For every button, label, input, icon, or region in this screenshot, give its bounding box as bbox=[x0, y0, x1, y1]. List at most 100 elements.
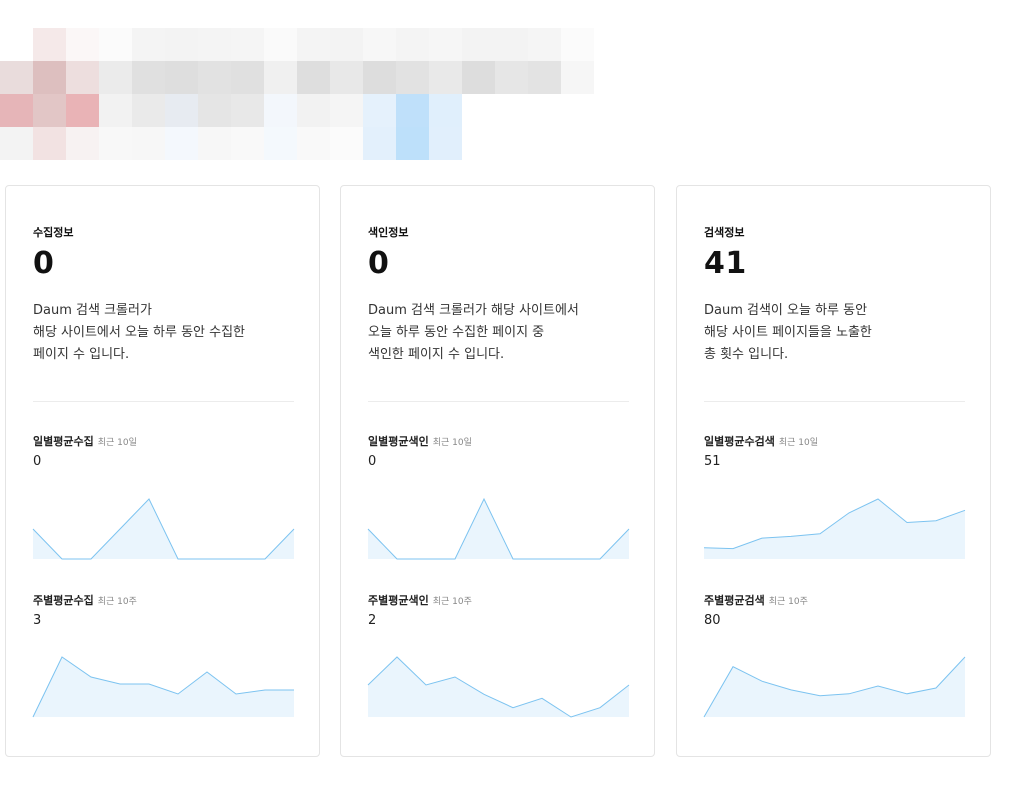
banner-pixel bbox=[198, 127, 231, 160]
banner-pixel bbox=[396, 127, 429, 160]
banner-pixel bbox=[297, 61, 330, 94]
sparkline-area bbox=[33, 657, 294, 717]
banner-pixel bbox=[330, 94, 363, 127]
banner-pixel bbox=[363, 94, 396, 127]
card-value: 0 bbox=[33, 246, 55, 281]
banner-pixel bbox=[264, 61, 297, 94]
banner-pixel bbox=[495, 61, 528, 94]
sparkline-area bbox=[368, 657, 629, 717]
daily-metric-label: 일별평균색인 최근 10일 bbox=[368, 435, 472, 448]
weekly-metric-label: 주별평균수집 최근 10주 bbox=[33, 594, 137, 607]
banner-pixel bbox=[264, 127, 297, 160]
card-value: 41 bbox=[704, 246, 747, 281]
banner-pixel bbox=[297, 127, 330, 160]
weekly-metric-value: 3 bbox=[33, 613, 42, 628]
banner-pixel bbox=[99, 28, 132, 61]
banner-pixel bbox=[231, 94, 264, 127]
banner-pixel bbox=[297, 28, 330, 61]
banner-pixel bbox=[528, 61, 561, 94]
card-description: Daum 검색 크롤러가 해당 사이트에서 오늘 하루 동안 수집한 페이지 수… bbox=[33, 303, 246, 362]
banner-pixel bbox=[429, 94, 462, 127]
weekly-metric-value: 2 bbox=[368, 613, 377, 628]
banner-pixel bbox=[363, 28, 396, 61]
banner-pixel bbox=[330, 28, 363, 61]
banner-pixel bbox=[198, 61, 231, 94]
banner-pixel bbox=[66, 61, 99, 94]
banner-pixel bbox=[33, 61, 66, 94]
daily-sparkline bbox=[32, 498, 295, 560]
banner-pixel bbox=[561, 61, 594, 94]
banner-pixel bbox=[429, 127, 462, 160]
card-title: 색인정보 bbox=[368, 226, 409, 239]
banner-pixel bbox=[198, 28, 231, 61]
banner-pixel bbox=[297, 94, 330, 127]
sparkline-area bbox=[704, 499, 965, 559]
banner-pixel bbox=[528, 28, 561, 61]
banner-pixel bbox=[429, 28, 462, 61]
daily-sparkline bbox=[367, 497, 630, 560]
banner-pixel bbox=[495, 127, 528, 160]
banner-pixel bbox=[363, 61, 396, 94]
banner-pixel bbox=[462, 127, 495, 160]
banner-pixel bbox=[33, 127, 66, 160]
banner-pixel bbox=[165, 28, 198, 61]
weekly-metric-label: 주별평균검색 최근 10주 bbox=[704, 594, 808, 607]
banner-pixel bbox=[66, 127, 99, 160]
banner-pixel bbox=[462, 94, 495, 127]
banner-pixel bbox=[363, 127, 396, 160]
banner-pixel bbox=[231, 28, 264, 61]
card-value: 0 bbox=[368, 246, 390, 281]
banner-pixel bbox=[0, 28, 33, 61]
banner-pixel bbox=[0, 61, 33, 94]
blurred-site-banner bbox=[0, 28, 594, 160]
banner-pixel bbox=[132, 61, 165, 94]
banner-pixel bbox=[561, 28, 594, 61]
banner-pixel bbox=[330, 61, 363, 94]
daily-metric-value: 0 bbox=[368, 454, 377, 469]
banner-pixel bbox=[264, 94, 297, 127]
banner-pixel bbox=[396, 94, 429, 127]
weekly-metric-value: 80 bbox=[704, 613, 721, 628]
banner-pixel bbox=[33, 94, 66, 127]
banner-pixel bbox=[165, 61, 198, 94]
daily-metric-label: 일별평균수집 최근 10일 bbox=[33, 435, 137, 448]
banner-pixel bbox=[132, 94, 165, 127]
banner-pixel bbox=[66, 94, 99, 127]
banner-pixel bbox=[561, 127, 594, 160]
banner-pixel bbox=[66, 28, 99, 61]
banner-pixel bbox=[528, 94, 561, 127]
banner-pixel bbox=[231, 61, 264, 94]
card-description: Daum 검색이 오늘 하루 동안 해당 사이트 페이지들을 노출한 총 횟수 … bbox=[704, 303, 872, 362]
banner-pixel bbox=[165, 127, 198, 160]
card-title: 수집정보 bbox=[33, 226, 74, 239]
banner-pixel bbox=[0, 94, 33, 127]
banner-pixel bbox=[99, 127, 132, 160]
daily-metric-value: 51 bbox=[704, 454, 721, 469]
card-collect-info: 수집정보 0 Daum 검색 크롤러가 해당 사이트에서 오늘 하루 동안 수집… bbox=[5, 185, 320, 757]
daily-metric-label: 일별평균수검색 최근 10일 bbox=[704, 435, 818, 448]
banner-pixel bbox=[330, 127, 363, 160]
banner-pixel bbox=[132, 28, 165, 61]
divider bbox=[704, 401, 965, 402]
daily-metric-value: 0 bbox=[33, 454, 42, 469]
banner-pixel bbox=[429, 61, 462, 94]
banner-pixel bbox=[198, 94, 231, 127]
banner-pixel bbox=[462, 28, 495, 61]
banner-pixel bbox=[495, 94, 528, 127]
banner-pixel bbox=[396, 28, 429, 61]
weekly-metric-label: 주별평균색인 최근 10주 bbox=[368, 594, 472, 607]
weekly-sparkline bbox=[32, 656, 294, 718]
banner-pixel bbox=[264, 28, 297, 61]
weekly-sparkline bbox=[703, 656, 966, 718]
banner-pixel bbox=[33, 28, 66, 61]
card-search-info: 검색정보 41 Daum 검색이 오늘 하루 동안 해당 사이트 페이지들을 노… bbox=[676, 185, 991, 757]
banner-pixel bbox=[528, 127, 561, 160]
banner-pixel bbox=[396, 61, 429, 94]
banner-pixel bbox=[99, 61, 132, 94]
banner-pixel bbox=[231, 127, 264, 160]
banner-pixel bbox=[561, 94, 594, 127]
sparkline-area bbox=[704, 657, 965, 717]
stats-cards: 수집정보 0 Daum 검색 크롤러가 해당 사이트에서 오늘 하루 동안 수집… bbox=[5, 185, 993, 759]
banner-pixel bbox=[132, 127, 165, 160]
card-description: Daum 검색 크롤러가 해당 사이트에서 오늘 하루 동안 수집한 페이지 중… bbox=[368, 303, 579, 362]
